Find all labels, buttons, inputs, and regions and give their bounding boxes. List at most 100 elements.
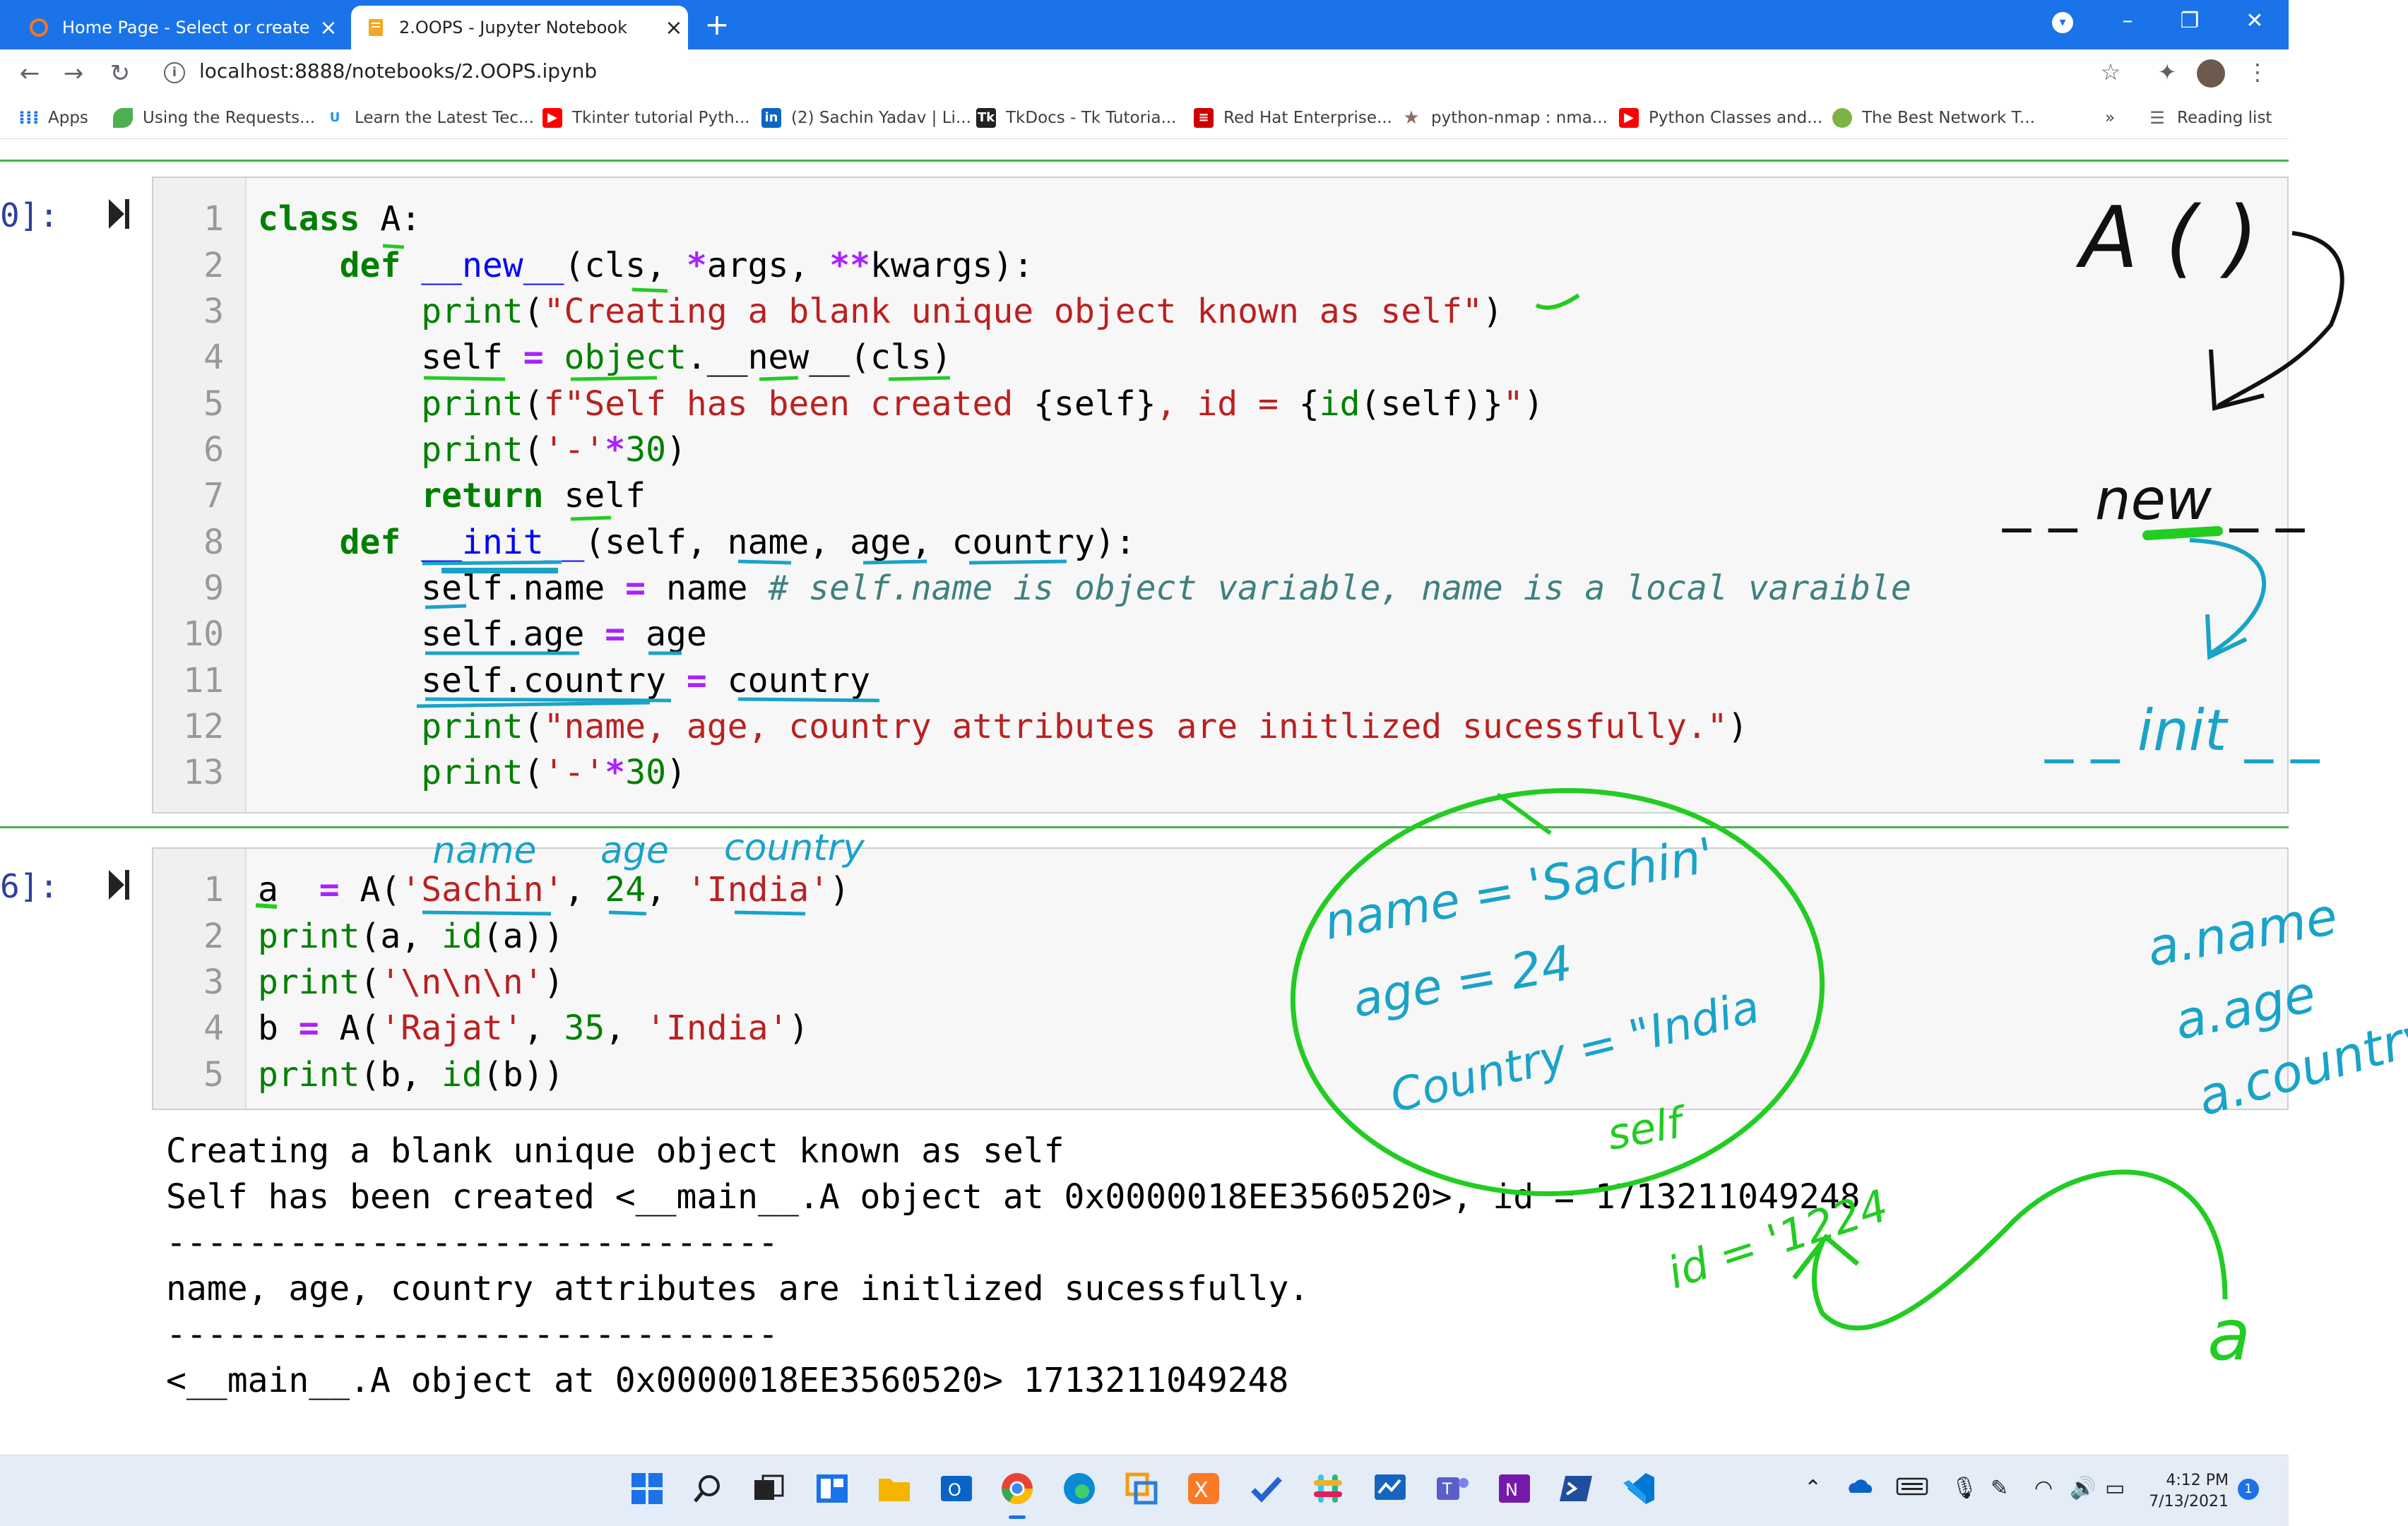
search-icon[interactable] <box>689 1470 726 1507</box>
code-line: print('-'*30) <box>421 430 687 470</box>
edge-icon[interactable] <box>1061 1470 1098 1507</box>
tab-title: 2.OOPS - Jupyter Notebook <box>399 18 628 37</box>
code-line: self.country = country <box>258 661 870 701</box>
linkedin-icon: in <box>761 108 781 128</box>
star-icon: ★ <box>1403 107 1420 129</box>
network-icon <box>1832 108 1852 128</box>
system-clock[interactable]: 4:12 PM 7/13/2021 <box>2144 1470 2229 1513</box>
onedrive-icon[interactable] <box>1846 1476 1875 1497</box>
close-tab-icon[interactable]: × <box>314 16 343 40</box>
run-cell-icon[interactable] <box>106 196 131 232</box>
browser-menu-icon[interactable]: ⋮ <box>2243 58 2272 86</box>
output-line: name, age, country attributes are initli… <box>166 1269 1310 1309</box>
new-tab-button[interactable]: + <box>699 7 735 42</box>
pen-icon[interactable]: ✎ <box>1991 1476 2008 1501</box>
close-tab-icon[interactable]: × <box>660 16 688 40</box>
output-line: ------------------------------ <box>166 1223 778 1263</box>
output-line: Self has been created <__main__.A object… <box>166 1177 1861 1217</box>
extensions-icon[interactable]: ✦ <box>2153 58 2181 86</box>
code-cell-class-a[interactable]: 1 2 3 4 5 6 7 8 9 10 11 12 13 class A: d… <box>152 177 2289 813</box>
back-button[interactable]: ← <box>14 58 45 89</box>
cell-separator <box>0 826 2289 828</box>
run-cell-icon[interactable] <box>106 867 131 902</box>
code-line: print("Creating a blank unique object kn… <box>421 292 1503 331</box>
file-explorer-icon[interactable] <box>876 1470 913 1507</box>
bookmark-apps[interactable]: ⁞⁞⁞ Apps <box>18 106 88 130</box>
code-line: self.name = name # self.name is object v… <box>258 568 1911 608</box>
wifi-icon[interactable]: ◠ <box>2034 1476 2053 1501</box>
tk-icon: Tk <box>976 108 996 128</box>
onenote-icon[interactable]: N <box>1496 1470 1533 1507</box>
minimize-button[interactable]: – <box>2098 0 2157 42</box>
code-line: def __init__(self, name, age, country): <box>339 523 1136 562</box>
forward-button[interactable]: → <box>58 58 89 89</box>
tab-2oops-notebook[interactable]: 2.OOPS - Jupyter Notebook × <box>351 6 688 49</box>
code-line: return self <box>421 476 646 515</box>
address-bar[interactable]: localhost:8888/notebooks/2.OOPS.ipynb <box>199 59 597 83</box>
youtube-icon: ▶ <box>542 108 562 128</box>
code-cell-create-objects[interactable]: 1 2 3 4 5 a = A('Sachin', 24, 'India') p… <box>152 847 2289 1110</box>
output-line: Creating a blank unique object known as … <box>166 1131 1064 1171</box>
svg-text:O: O <box>948 1480 961 1500</box>
notification-badge[interactable]: 1 <box>2238 1479 2259 1500</box>
bookmark-tkinter[interactable]: ▶ Tkinter tutorial Pyth... <box>542 106 750 130</box>
whiteboard-icon[interactable] <box>1372 1470 1408 1507</box>
battery-icon[interactable]: ▭ <box>2105 1476 2125 1501</box>
bookmark-requests[interactable]: Using the Requests... <box>113 106 315 130</box>
note-var-a: a <box>2207 1294 2250 1376</box>
cell-prompt: 6]: <box>0 867 59 905</box>
jupyter-icon <box>30 18 48 37</box>
bookmark-udemy[interactable]: U Learn the Latest Tec... <box>325 106 534 130</box>
svg-text:T: T <box>1442 1481 1452 1498</box>
reading-list-icon: ☰ <box>2149 108 2165 128</box>
leaf-icon <box>113 108 133 128</box>
windows-start-icon[interactable] <box>629 1470 665 1507</box>
microphone-icon[interactable]: 🎙 <box>1951 1476 1978 1501</box>
teams-icon[interactable]: T <box>1434 1470 1471 1507</box>
outlook-icon[interactable]: O <box>938 1470 975 1507</box>
clock-date: 7/13/2021 <box>2149 1493 2229 1510</box>
widgets-icon[interactable] <box>814 1470 850 1507</box>
code-line: print('-'*30) <box>421 753 687 792</box>
code-line: self.age = age <box>258 614 707 654</box>
youtube-icon: ▶ <box>1619 108 1639 128</box>
selected-cell-border <box>0 160 2289 162</box>
code-line: print('\n\n\n') <box>258 962 564 1002</box>
code-line: print("name, age, country attributes are… <box>421 707 1748 746</box>
profile-avatar[interactable] <box>2197 59 2225 88</box>
vmware-icon[interactable] <box>1123 1470 1160 1507</box>
task-view-icon[interactable] <box>750 1470 787 1507</box>
todo-icon[interactable] <box>1247 1470 1284 1507</box>
tray-overflow-icon[interactable]: ⌃ <box>1804 1476 1822 1501</box>
chrome-icon[interactable] <box>999 1470 1036 1507</box>
keyboard-icon[interactable] <box>1896 1476 1928 1497</box>
bookmark-star-icon[interactable]: ☆ <box>2096 58 2125 86</box>
volume-icon[interactable]: 🔊 <box>2070 1476 2096 1501</box>
code-line: self = object.__new__(cls) <box>258 338 952 377</box>
bookmark-network[interactable]: The Best Network T... <box>1832 106 2035 130</box>
more-bookmarks-button[interactable]: » <box>2105 106 2115 130</box>
code-line: print(b, id(b)) <box>258 1055 564 1095</box>
bookmark-linkedin[interactable]: in (2) Sachin Yadav | Li... <box>761 106 971 130</box>
close-window-button[interactable]: ✕ <box>2225 0 2284 42</box>
code-line: print(a, id(a)) <box>258 917 564 956</box>
bookmark-python-classes[interactable]: ▶ Python Classes and... <box>1619 106 1822 130</box>
bookmark-python-nmap[interactable]: ★ python-nmap : nma... <box>1401 106 1607 130</box>
svg-text:N: N <box>1505 1480 1518 1500</box>
apps-grid-icon: ⁞⁞⁞ <box>18 107 40 129</box>
powershell-icon[interactable] <box>1558 1470 1595 1507</box>
xampp-icon[interactable]: X <box>1185 1470 1222 1507</box>
bookmark-tkdocs[interactable]: Tk TkDocs - Tk Tutoria... <box>976 106 1176 130</box>
restore-button[interactable]: ❐ <box>2160 0 2219 42</box>
tab-search-icon[interactable]: ▾ <box>2052 12 2073 33</box>
tab-strip <box>0 0 2289 49</box>
notebook-icon <box>369 19 383 36</box>
code-line: print(f"Self has been created {self}, id… <box>421 384 1544 424</box>
reading-list-button[interactable]: ☰ Reading list <box>2147 106 2272 130</box>
slack-icon[interactable] <box>1310 1470 1346 1507</box>
vscode-icon[interactable] <box>1620 1470 1657 1507</box>
tab-home-page[interactable]: Home Page - Select or create a n × <box>14 6 343 49</box>
site-info-icon[interactable]: i <box>164 62 185 83</box>
bookmark-redhat[interactable]: ≡ Red Hat Enterprise... <box>1194 106 1392 130</box>
reload-button[interactable]: ↻ <box>105 58 136 89</box>
